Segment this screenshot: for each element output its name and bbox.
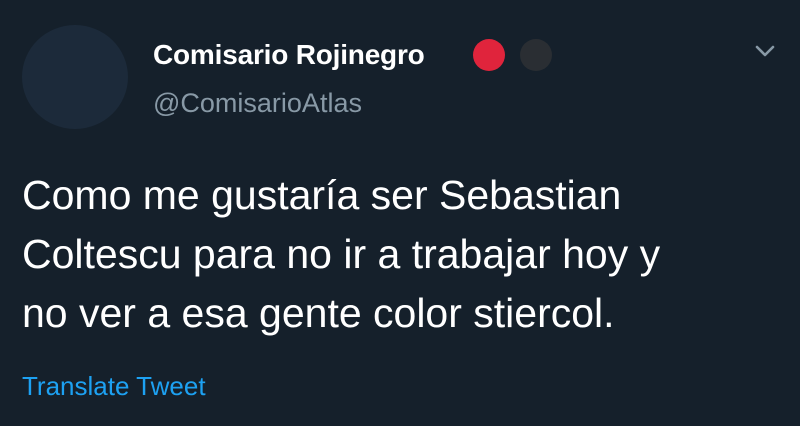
translate-tweet-link[interactable]: Translate Tweet — [22, 370, 206, 402]
avatar[interactable] — [22, 25, 128, 129]
tweet-text-line: no ver a esa gente color stiercol. — [22, 290, 615, 336]
tweet-text-line: Coltescu para no ir a trabajar hoy y — [22, 231, 661, 277]
tweet-text-line: Como me gustaría ser Sebastian — [22, 172, 622, 218]
red-circle-emoji-icon — [473, 39, 505, 71]
tweet-text: Como me gustaría ser Sebastian Coltescu … — [22, 166, 792, 343]
black-circle-emoji-icon — [520, 39, 552, 71]
author-handle[interactable]: @ComisarioAtlas — [153, 86, 362, 120]
author-display-name[interactable]: Comisario Rojinegro — [153, 37, 425, 73]
tweet-card: Comisario Rojinegro @ComisarioAtlas Como… — [0, 0, 800, 426]
chevron-down-icon[interactable] — [752, 40, 778, 62]
